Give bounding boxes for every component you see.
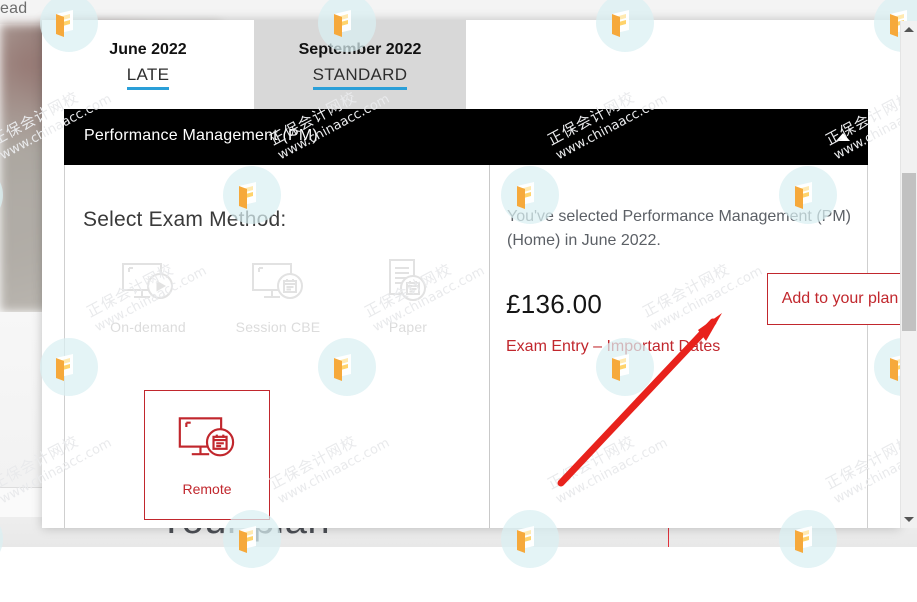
vertical-scrollbar[interactable]: [900, 21, 917, 528]
tab-september-2022-month: September 2022: [298, 40, 422, 58]
background-top-text: ead: [0, 0, 28, 17]
selection-summary-text: You've selected Performance Management (…: [507, 208, 851, 249]
tab-june-2022-type: LATE: [126, 64, 170, 90]
monitor-calendar-icon: [176, 414, 238, 469]
method-option-paper[interactable]: Paper: [343, 257, 473, 335]
tab-june-2022[interactable]: June 2022 LATE: [42, 20, 254, 109]
tab-september-2022-type: STANDARD: [312, 64, 408, 90]
subject-accordion-header[interactable]: Performance Management (PM): [64, 109, 868, 165]
method-option-session-cbe-label: Session CBE: [235, 319, 321, 335]
monitor-play-icon: [117, 257, 179, 309]
scrollbar-thumb[interactable]: [902, 173, 916, 331]
subject-title: Performance Management (PM): [84, 127, 318, 144]
chevron-up-icon[interactable]: [836, 133, 850, 141]
exam-summary-panel: You've selected Performance Management (…: [490, 165, 900, 528]
method-option-session-cbe[interactable]: Session CBE: [213, 257, 343, 335]
exam-price: £136.00: [506, 289, 603, 319]
monitor-calendar-icon: [247, 257, 309, 309]
session-tabs: June 2022 LATE September 2022 STANDARD: [42, 20, 900, 109]
exam-method-panel: Select Exam Method: On-demand Session CB…: [65, 165, 489, 528]
exam-entry-important-dates-link[interactable]: Exam Entry – Important Dates: [506, 338, 720, 356]
method-option-paper-label: Paper: [388, 319, 428, 335]
scroll-down-triangle: [904, 517, 914, 522]
method-option-on-demand-label: On-demand: [110, 319, 186, 335]
add-to-your-plan-button[interactable]: Add to your plan: [767, 273, 900, 325]
tabs-filler: [466, 20, 900, 109]
exam-method-options: On-demand Session CBE Paper: [83, 257, 473, 335]
scroll-down-icon[interactable]: [901, 511, 917, 528]
select-exam-method-heading: Select Exam Method:: [83, 208, 287, 231]
method-option-remote-label: Remote: [182, 480, 232, 497]
tab-september-2022[interactable]: September 2022 STANDARD: [254, 20, 466, 109]
modal-body: Select Exam Method: On-demand Session CB…: [64, 165, 900, 528]
scroll-up-icon[interactable]: [901, 21, 917, 38]
method-option-on-demand[interactable]: On-demand: [83, 257, 213, 335]
document-calendar-icon: [377, 257, 439, 309]
exam-booking-modal: June 2022 LATE September 2022 STANDARD P…: [42, 20, 900, 528]
method-option-remote-selected[interactable]: Remote: [144, 390, 270, 520]
tab-june-2022-month: June 2022: [109, 40, 187, 58]
scroll-up-triangle: [904, 27, 914, 32]
